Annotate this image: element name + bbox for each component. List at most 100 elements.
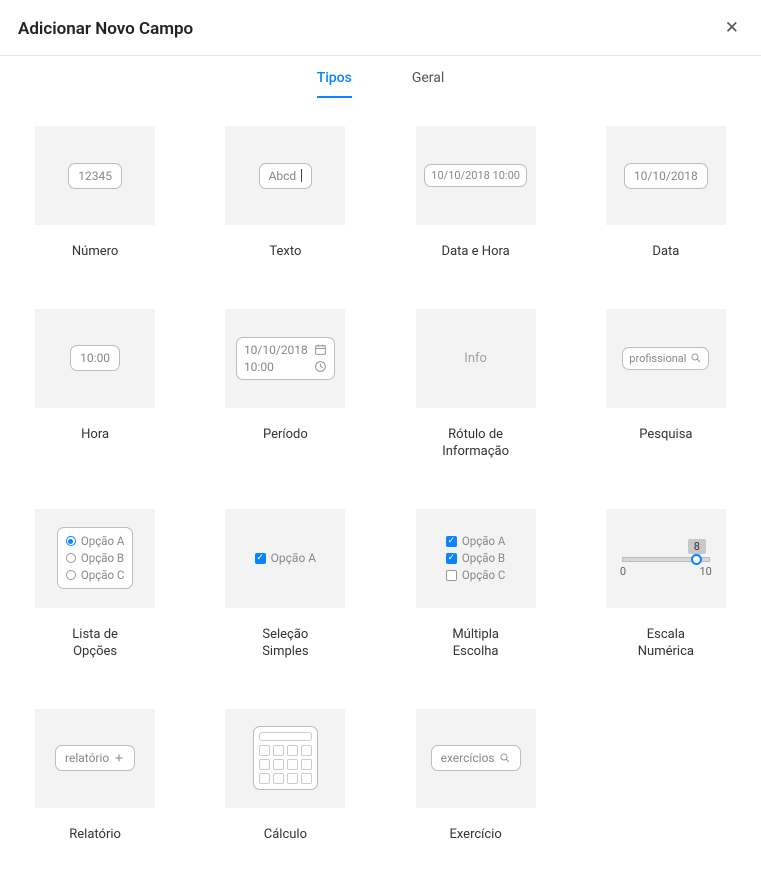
thumb-number: 12345	[35, 126, 155, 225]
multi-option-c: Opção C	[462, 568, 506, 582]
label-calc: Cálculo	[264, 826, 307, 844]
checkbox-icon	[446, 553, 457, 564]
option-c: Opção C	[81, 568, 125, 582]
radio-icon	[66, 570, 76, 580]
field-type-grid: 12345 Número Abcd Texto 10/10/2018 10:00…	[0, 98, 761, 879]
slider-min: 0	[620, 565, 626, 578]
sample-text-value: Abcd	[269, 169, 297, 183]
period-date: 10/10/2018	[244, 343, 308, 357]
checkbox-icon	[446, 570, 457, 581]
thumb-time: 10:00	[35, 309, 155, 408]
period-time: 10:00	[244, 360, 274, 374]
sample-numeric-scale: 8 0 10	[620, 539, 712, 578]
field-type-report[interactable]: relatório Relatório	[28, 709, 162, 844]
sample-info: Info	[464, 351, 487, 366]
tabs: Tipos Geral	[0, 56, 761, 98]
sample-report-value: relatório	[65, 751, 109, 765]
sample-date: 10/10/2018	[624, 163, 708, 189]
field-type-time[interactable]: 10:00 Hora	[28, 309, 162, 461]
label-report: Relatório	[69, 826, 121, 844]
sample-report: relatório	[55, 745, 135, 771]
field-type-date[interactable]: 10/10/2018 Data	[599, 126, 733, 261]
label-search: Pesquisa	[639, 426, 692, 444]
thumb-date: 10/10/2018	[606, 126, 726, 225]
thumb-datetime: 10/10/2018 10:00	[416, 126, 536, 225]
sample-search-value: profissional	[629, 352, 686, 365]
label-exercise: Exercício	[449, 826, 501, 844]
slider-max: 10	[700, 565, 712, 578]
thumb-options-list: Opção A Opção B Opção C	[35, 509, 155, 608]
sample-text: Abcd	[259, 163, 313, 189]
clock-icon	[314, 360, 327, 373]
single-option: Opção A	[271, 551, 316, 565]
slider-range: 0 10	[620, 565, 712, 578]
field-type-number[interactable]: 12345 Número	[28, 126, 162, 261]
multi-option-a: Opção A	[462, 534, 506, 548]
label-numeric-scale: Escala Numérica	[638, 626, 694, 661]
label-date: Data	[652, 243, 679, 261]
label-period: Período	[263, 426, 308, 444]
label-single-select: Seleção Simples	[262, 626, 308, 661]
thumb-search: profissional	[606, 309, 726, 408]
sample-period: 10/10/2018 10:00	[236, 337, 335, 380]
search-icon	[499, 752, 511, 764]
checkbox-icon	[255, 553, 266, 564]
thumb-numeric-scale: 8 0 10	[606, 509, 726, 608]
calculator-icon	[253, 726, 318, 790]
field-type-calc[interactable]: Cálculo	[218, 709, 352, 844]
calendar-icon	[314, 343, 327, 356]
modal-title: Adicionar Novo Campo	[18, 19, 193, 39]
slider-thumb-icon	[691, 554, 702, 565]
thumb-text: Abcd	[225, 126, 345, 225]
close-icon: ✕	[725, 18, 739, 38]
field-type-datetime[interactable]: 10/10/2018 10:00 Data e Hora	[409, 126, 543, 261]
thumb-period: 10/10/2018 10:00	[225, 309, 345, 408]
tab-general[interactable]: Geral	[412, 70, 444, 98]
thumb-info: Info	[416, 309, 536, 408]
option-b: Opção B	[81, 551, 124, 565]
field-type-exercise[interactable]: exercícios Exercício	[409, 709, 543, 844]
slider-value: 8	[688, 539, 706, 554]
close-button[interactable]: ✕	[721, 16, 743, 41]
sample-multi-select: Opção A Opção B Opção C	[446, 534, 506, 582]
option-a: Opção A	[81, 534, 125, 548]
label-text: Texto	[269, 243, 301, 261]
radio-icon	[66, 553, 76, 563]
sample-datetime: 10/10/2018 10:00	[424, 164, 527, 187]
checkbox-icon	[446, 536, 457, 547]
slider-track	[622, 557, 710, 562]
thumb-single-select: Opção A	[225, 509, 345, 608]
field-type-period[interactable]: 10/10/2018 10:00 Período	[218, 309, 352, 461]
search-icon	[690, 352, 702, 364]
label-datetime: Data e Hora	[442, 243, 510, 261]
field-type-search[interactable]: profissional Pesquisa	[599, 309, 733, 461]
sample-exercise: exercícios	[431, 745, 521, 771]
label-time: Hora	[81, 426, 109, 444]
field-type-single-select[interactable]: Opção A Seleção Simples	[218, 509, 352, 661]
sample-search: profissional	[622, 347, 709, 370]
sample-single-select: Opção A	[255, 551, 316, 565]
text-cursor-icon	[301, 169, 302, 182]
field-type-numeric-scale[interactable]: 8 0 10 Escala Numérica	[599, 509, 733, 661]
thumb-calc	[225, 709, 345, 808]
label-multi-select: Múltipla Escolha	[452, 626, 499, 661]
multi-option-b: Opção B	[462, 551, 505, 565]
radio-icon	[66, 536, 76, 546]
thumb-multi-select: Opção A Opção B Opção C	[416, 509, 536, 608]
field-type-options-list[interactable]: Opção A Opção B Opção C Lista de Opções	[28, 509, 162, 661]
tab-types[interactable]: Tipos	[317, 70, 352, 98]
thumb-report: relatório	[35, 709, 155, 808]
field-type-multi-select[interactable]: Opção A Opção B Opção C Múltipla Escolha	[409, 509, 543, 661]
field-type-text[interactable]: Abcd Texto	[218, 126, 352, 261]
sample-number: 12345	[68, 163, 122, 189]
thumb-exercise: exercícios	[416, 709, 536, 808]
label-options-list: Lista de Opções	[72, 626, 118, 661]
sample-time: 10:00	[70, 345, 120, 371]
modal-header: Adicionar Novo Campo ✕	[0, 0, 761, 56]
sample-options-list: Opção A Opção B Opção C	[57, 527, 134, 589]
plus-icon	[113, 752, 125, 764]
label-info: Rótulo de Informação	[442, 426, 509, 461]
sample-exercise-value: exercícios	[441, 751, 495, 765]
label-number: Número	[72, 243, 118, 261]
field-type-info[interactable]: Info Rótulo de Informação	[409, 309, 543, 461]
